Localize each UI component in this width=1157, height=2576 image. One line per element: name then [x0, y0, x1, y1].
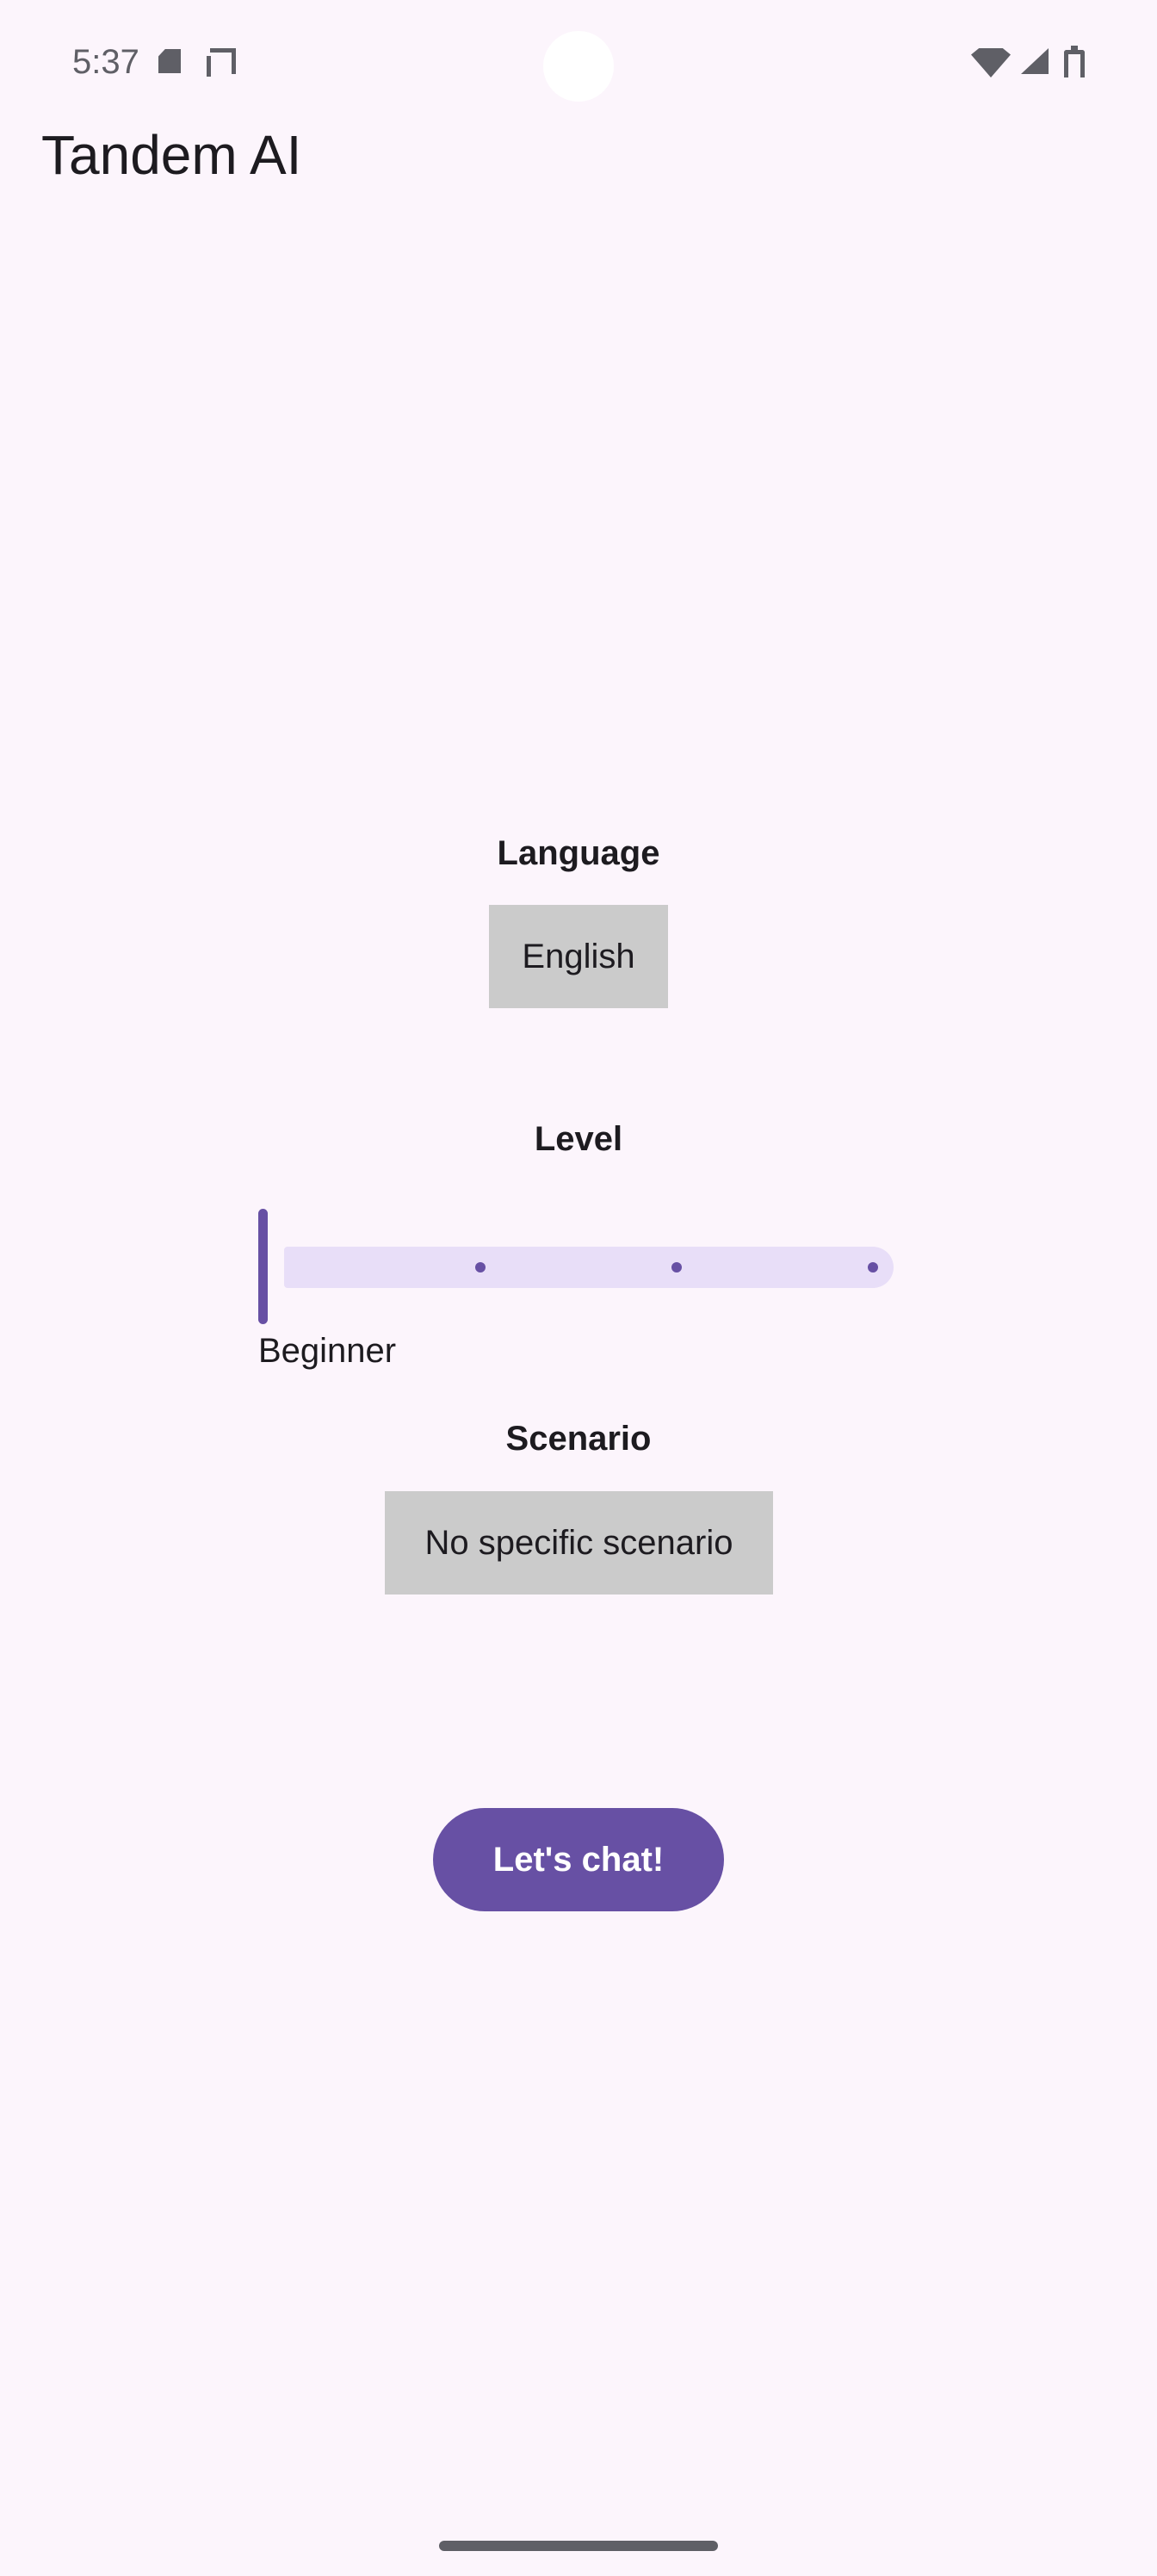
sd-card-icon — [158, 49, 181, 73]
level-label: Level — [534, 1120, 623, 1158]
camera-cutout — [543, 31, 614, 102]
lets-chat-button[interactable]: Let's chat! — [433, 1808, 724, 1911]
wifi-icon — [971, 48, 1011, 77]
level-value-label: Beginner — [258, 1332, 397, 1370]
app-title: Tandem AI — [41, 124, 302, 186]
status-time: 5:37 — [72, 43, 139, 77]
home-indicator[interactable] — [439, 2541, 718, 2551]
level-slider-tick — [671, 1262, 682, 1273]
scenario-selector[interactable]: No specific scenario — [385, 1491, 773, 1595]
language-selector[interactable]: English — [489, 905, 668, 1008]
scenario-label: Scenario — [505, 1420, 652, 1458]
language-label: Language — [497, 834, 660, 872]
language-selected-value: English — [522, 937, 635, 975]
level-slider[interactable] — [258, 1209, 895, 1324]
cast-icon — [207, 48, 236, 77]
scenario-selected-value: No specific scenario — [424, 1523, 733, 1562]
battery-icon — [1064, 46, 1085, 77]
level-slider-thumb[interactable] — [258, 1209, 268, 1324]
level-slider-tick — [475, 1262, 486, 1273]
app-screen: 5:37 Tandem AI Language English Level Be… — [0, 0, 1157, 2576]
status-bar: 5:37 — [0, 0, 1157, 102]
cellular-signal-icon — [1021, 48, 1049, 74]
level-slider-tick — [868, 1262, 878, 1273]
level-slider-track[interactable] — [284, 1247, 894, 1288]
